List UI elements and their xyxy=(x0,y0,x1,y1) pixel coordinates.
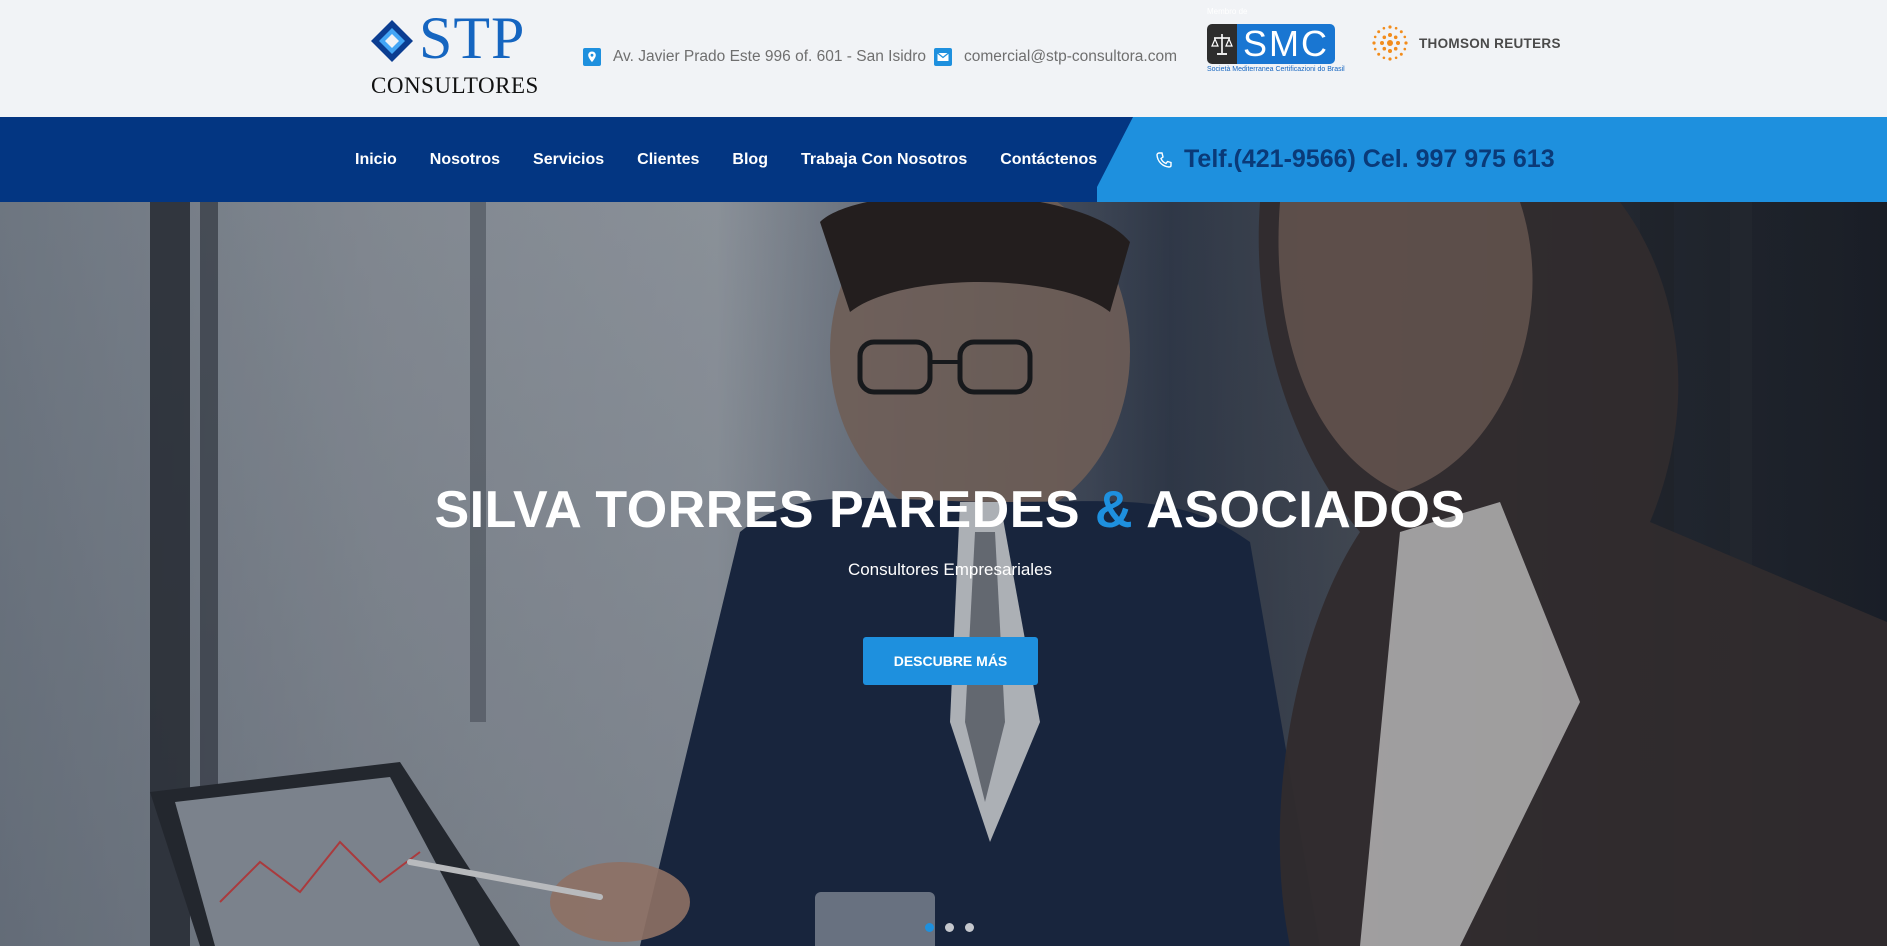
discover-more-button[interactable]: DESCUBRE MÁS xyxy=(863,637,1038,685)
slider-dot-3[interactable] xyxy=(965,923,974,932)
nav-item-blog[interactable]: Blog xyxy=(732,151,768,169)
phone-text[interactable]: Telf.(421-9566) Cel. 997 975 613 xyxy=(1184,145,1555,174)
nav-item-servicios[interactable]: Servicios xyxy=(533,151,604,169)
hero-title-part2: ASOCIADOS xyxy=(1133,481,1466,539)
email-text[interactable]: comercial@stp-consultora.com xyxy=(964,48,1177,66)
phone-icon xyxy=(1154,150,1174,170)
nav-item-trabaja[interactable]: Trabaja Con Nosotros xyxy=(801,151,967,169)
smc-letters: SMC xyxy=(1237,24,1335,64)
hero-subtitle: Consultores Empresariales xyxy=(847,560,1053,579)
main-navbar: Inicio Nosotros Servicios Clientes Blog … xyxy=(0,117,1887,202)
address-text: Av. Javier Prado Este 996 of. 601 - San … xyxy=(613,48,927,65)
smc-caption: Società Mediterranea Certificazioni do B… xyxy=(1207,66,1345,73)
phone-contact[interactable]: Telf.(421-9566) Cel. 997 975 613 xyxy=(1154,117,1555,202)
top-header: STP CONSULTORES Av. Javier Prado Este 99… xyxy=(0,0,1887,117)
scales-icon xyxy=(1207,24,1237,64)
address-info: Av. Javier Prado Este 996 of. 601 - San … xyxy=(583,48,926,66)
hero-title: SILVA TORRES PAREDES & ASOCIADOS xyxy=(0,480,1887,540)
stp-logo-mark-icon xyxy=(371,20,413,62)
smc-partner-logo[interactable]: Membro de SMC Società Mediterranea Certi… xyxy=(1207,8,1357,74)
logo-primary-text: STP xyxy=(419,5,526,71)
mail-icon xyxy=(934,48,952,66)
slider-dot-2[interactable] xyxy=(945,923,954,932)
hero-slider: SILVA TORRES PAREDES & ASOCIADOS Consult… xyxy=(0,202,1887,946)
logo-secondary-text: CONSULTORES xyxy=(371,73,539,98)
smc-badge: SMC xyxy=(1207,24,1335,64)
thomson-reuters-logo[interactable]: THOMSON REUTERS xyxy=(1369,22,1561,64)
nav-item-inicio[interactable]: Inicio xyxy=(355,151,397,169)
nav-item-contactenos[interactable]: Contáctenos xyxy=(1000,151,1097,169)
thomson-reuters-icon xyxy=(1372,25,1408,61)
hero-title-part1: SILVA TORRES PAREDES xyxy=(434,481,1096,539)
hero-title-ampersand: & xyxy=(1095,481,1134,539)
map-pin-icon xyxy=(583,48,601,66)
slider-dots xyxy=(925,923,974,932)
stp-logo[interactable]: STP CONSULTORES xyxy=(369,8,539,100)
nav-menu: Inicio Nosotros Servicios Clientes Blog … xyxy=(355,117,1130,202)
slider-dot-1[interactable] xyxy=(925,923,934,932)
thomson-reuters-name: THOMSON REUTERS xyxy=(1419,35,1561,51)
nav-item-clientes[interactable]: Clientes xyxy=(637,151,699,169)
smc-small-text: Membro de xyxy=(1207,7,1248,16)
email-info[interactable]: comercial@stp-consultora.com xyxy=(934,48,1177,66)
nav-item-nosotros[interactable]: Nosotros xyxy=(430,151,500,169)
